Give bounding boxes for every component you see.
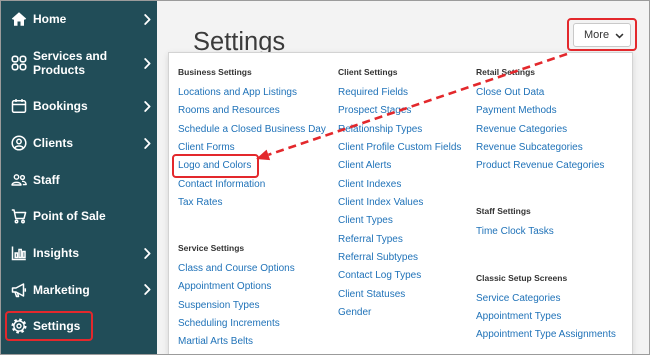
sidebar-item-home[interactable]: Home xyxy=(0,0,157,38)
gender-link[interactable]: Gender xyxy=(338,304,476,322)
menu-section-staff-settings: Staff Settings Time Clock Tasks xyxy=(476,205,626,241)
menu-column: Business Settings Locations and App List… xyxy=(178,66,338,355)
section-heading: Classic Setup Screens xyxy=(476,272,568,283)
product-revenue-categories-link[interactable]: Product Revenue Categories xyxy=(476,157,626,175)
sidebar-item-bookings[interactable]: Bookings xyxy=(0,88,157,125)
chevron-right-icon xyxy=(144,284,151,296)
sidebar-item-label: Marketing xyxy=(33,282,90,297)
section-heading: Retail Settings xyxy=(476,67,536,77)
more-button[interactable]: More xyxy=(573,23,631,47)
class-and-course-options-link[interactable]: Class and Course Options xyxy=(178,260,338,278)
client-alerts-link[interactable]: Client Alerts xyxy=(338,157,476,175)
menu-column: Client Settings Required Fields Prospect… xyxy=(338,66,476,355)
client-forms-link[interactable]: Client Forms xyxy=(178,139,338,157)
payment-methods-link[interactable]: Payment Methods xyxy=(476,102,626,120)
more-settings-menu: Business Settings Locations and App List… xyxy=(168,52,633,355)
sidebar-item-label: Staff xyxy=(33,172,60,187)
sidebar-item-insights[interactable]: Insights xyxy=(0,235,157,272)
home-icon xyxy=(11,12,27,26)
sidebar-item-settings[interactable]: Settings xyxy=(0,308,157,345)
sidebar-item-point-of-sale[interactable]: Point of Sale xyxy=(0,198,157,235)
rooms-and-resources-link[interactable]: Rooms and Resources xyxy=(178,102,338,120)
main-content: Settings Business Settings Locations and… xyxy=(157,0,650,355)
client-indexes-link[interactable]: Client Indexes xyxy=(338,176,476,194)
relationship-types-link[interactable]: Relationship Types xyxy=(338,121,476,139)
chevron-right-icon xyxy=(144,137,151,149)
revenue-categories-link[interactable]: Revenue Categories xyxy=(476,121,626,139)
menu-section-retail-settings: Retail Settings Close Out Data Payment M… xyxy=(476,66,626,176)
time-clock-tasks-link[interactable]: Time Clock Tasks xyxy=(476,223,626,241)
contact-log-types-link[interactable]: Contact Log Types xyxy=(338,267,476,285)
chevron-right-icon xyxy=(144,100,151,112)
prospect-stages-link[interactable]: Prospect Stages xyxy=(338,102,476,120)
service-categories-link[interactable]: Service Categories xyxy=(476,290,626,308)
appointment-types-link[interactable]: Appointment Types xyxy=(476,308,626,326)
sidebar-item-label: Point of Sale xyxy=(33,209,106,224)
gear-icon xyxy=(11,318,27,334)
logo-and-colors-link[interactable]: Logo and Colors xyxy=(178,157,338,175)
sidebar: Home Services and Products Bookings Clie… xyxy=(0,0,157,355)
cart-icon xyxy=(11,209,27,224)
sidebar-item-label: Bookings xyxy=(33,99,88,114)
section-heading: Client Settings xyxy=(338,67,398,77)
menu-section-business-settings: Business Settings Locations and App List… xyxy=(178,66,338,212)
appointment-type-assignments-link[interactable]: Appointment Type Assignments xyxy=(476,326,626,344)
suspension-types-link[interactable]: Suspension Types xyxy=(178,297,338,315)
contact-information-link[interactable]: Contact Information xyxy=(178,176,338,194)
scheduling-increments-link[interactable]: Scheduling Increments xyxy=(178,315,338,333)
close-out-data-link[interactable]: Close Out Data xyxy=(476,84,626,102)
client-statuses-link[interactable]: Client Statuses xyxy=(338,286,476,304)
chevron-right-icon xyxy=(144,13,151,25)
sidebar-item-staff[interactable]: Staff xyxy=(0,161,157,198)
megaphone-icon xyxy=(11,283,27,298)
menu-section-client-settings: Client Settings Required Fields Prospect… xyxy=(338,66,476,322)
chevron-down-icon xyxy=(615,32,624,39)
referral-types-link[interactable]: Referral Types xyxy=(338,231,476,249)
more-button-label: More xyxy=(584,29,610,41)
sidebar-item-marketing[interactable]: Marketing xyxy=(0,271,157,308)
sidebar-item-label: Insights xyxy=(33,246,80,261)
section-heading: Staff Settings xyxy=(476,206,531,217)
appointment-options-link[interactable]: Appointment Options xyxy=(178,278,338,296)
app-window: Home Services and Products Bookings Clie… xyxy=(0,0,650,355)
chevron-right-icon xyxy=(144,247,151,259)
sidebar-item-services-and-products[interactable]: Services and Products xyxy=(0,38,157,88)
section-heading: Business Settings xyxy=(178,67,252,77)
menu-section-service-settings: Service Settings Class and Course Option… xyxy=(178,242,338,352)
services-grid-icon xyxy=(11,55,27,71)
required-fields-link[interactable]: Required Fields xyxy=(338,84,476,102)
client-types-link[interactable]: Client Types xyxy=(338,212,476,230)
revenue-subcategories-link[interactable]: Revenue Subcategories xyxy=(476,139,626,157)
menu-column: Retail Settings Close Out Data Payment M… xyxy=(476,66,626,355)
client-index-values-link[interactable]: Client Index Values xyxy=(338,194,476,212)
schedule-closed-business-day-link[interactable]: Schedule a Closed Business Day xyxy=(178,121,338,139)
tax-rates-link[interactable]: Tax Rates xyxy=(178,194,338,212)
staff-icon xyxy=(11,173,27,186)
menu-section-classic-setup-screens: Classic Setup Screens Service Categories… xyxy=(476,272,626,345)
referral-subtypes-link[interactable]: Referral Subtypes xyxy=(338,249,476,267)
sidebar-item-label: Clients xyxy=(33,136,74,151)
sidebar-item-clients[interactable]: Clients xyxy=(0,125,157,162)
locations-and-app-listings-link[interactable]: Locations and App Listings xyxy=(178,84,338,102)
sidebar-item-label: Home xyxy=(33,12,67,26)
chevron-right-icon xyxy=(144,57,151,69)
client-icon xyxy=(11,135,27,151)
sidebar-item-label: Settings xyxy=(33,319,81,334)
calendar-icon xyxy=(11,99,27,114)
section-heading: Service Settings xyxy=(178,243,245,254)
insights-chart-icon xyxy=(11,246,26,261)
sidebar-item-label: Services and Products xyxy=(33,49,108,77)
client-profile-custom-fields-link[interactable]: Client Profile Custom Fields xyxy=(338,139,476,157)
martial-arts-belts-link[interactable]: Martial Arts Belts xyxy=(178,333,338,351)
